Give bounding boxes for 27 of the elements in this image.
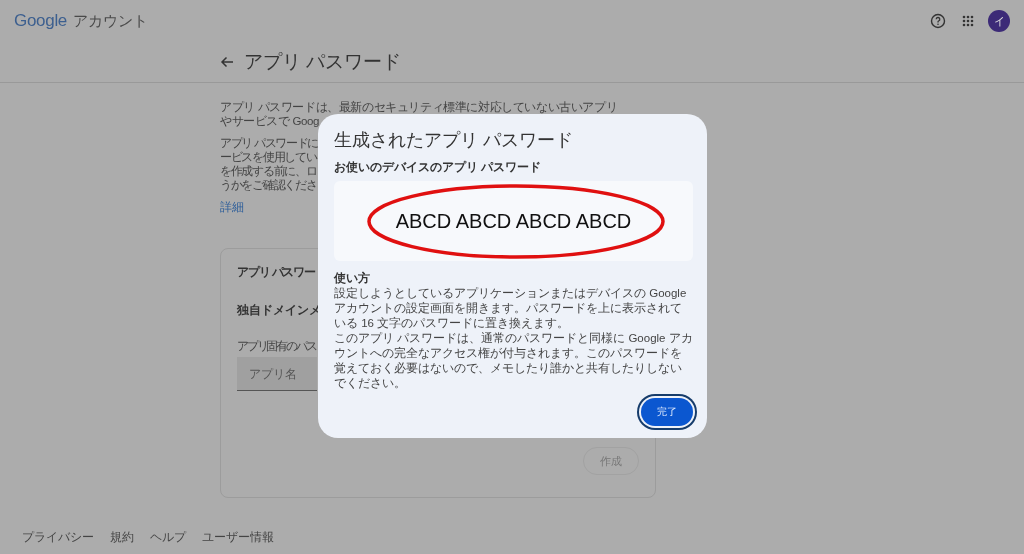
page-title: アプリ パスワード	[244, 50, 402, 74]
google-logo[interactable]: Google	[14, 11, 68, 31]
back-arrow-icon[interactable]	[220, 56, 234, 68]
footer-link[interactable]: プライバシー	[22, 529, 94, 546]
paragraph-line: を作成する前に、ロ	[220, 164, 317, 178]
usage-paragraph: このアプリ パスワードは、通常のパスワードと同様に Google アカウントへの完全なアクセス権が付与されます。このパスワードを覚えておく必要はないので、メモしたり誰かと共有したりしないでください。	[334, 331, 693, 391]
password-label: お使いのデバイスのアプリ パスワード	[334, 160, 542, 175]
details-link[interactable]: 詳細	[220, 200, 244, 214]
paragraph-line: アプリ パスワードに	[220, 136, 319, 150]
paragraph-line: うかをご確認くださ	[220, 178, 317, 192]
usage-heading: 使い方	[334, 271, 370, 286]
product-name: アカウント	[73, 11, 149, 31]
card-title: アプリ パスワー	[237, 265, 315, 279]
usage-paragraph: 設定しようとしているアプリケーションまたはデバイスの Google アカウントの設定画面を開きます。パスワードを上に表示されている 16 文字のパスワードに置き換えます。	[334, 286, 688, 331]
paragraph-line: やサービスで Goog	[220, 114, 319, 128]
footer-link[interactable]: ヘルプ	[150, 529, 186, 546]
avatar[interactable]: イ	[988, 10, 1010, 32]
app-name-field[interactable]: アプリ名	[237, 357, 317, 391]
dialog-title: 生成されたアプリ パスワード	[334, 129, 573, 152]
paragraph-line: ービスを使用してい	[220, 150, 317, 164]
footer-link[interactable]: ユーザー情報	[202, 529, 274, 546]
apps-grid-icon[interactable]	[962, 15, 974, 27]
help-icon[interactable]	[930, 13, 946, 29]
field-label: アプリ固有のパス	[237, 339, 316, 353]
generated-password: ABCD ABCD ABCD ABCD	[395, 209, 632, 233]
paragraph-line: アプリ パスワードは、最新のセキュリティ標準に対応していない古いアプリ	[220, 100, 618, 114]
footer-link[interactable]: 規約	[110, 529, 134, 546]
